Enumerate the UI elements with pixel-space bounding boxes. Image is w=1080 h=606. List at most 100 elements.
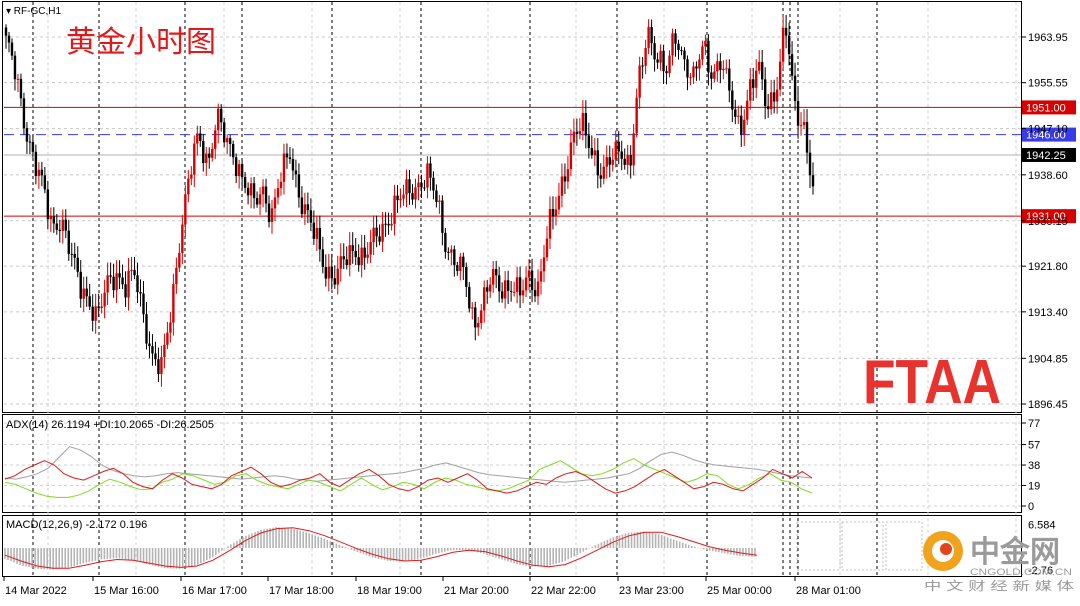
candle-bull [282,153,286,182]
candle-bear [297,174,301,198]
candle-bear [731,90,734,110]
candle-bear [375,227,378,237]
candle-bull [184,194,187,225]
candle-bear [40,169,44,176]
price-tick-label: 1930.15 [1028,216,1068,228]
candle-bull [249,183,253,196]
candle-bear [447,251,450,253]
candle-bear [728,68,731,91]
time-tick-label: 25 Mar 00:00 [707,585,772,597]
current-price-label: 1942.25 [1026,150,1066,162]
candle-bull [166,332,169,345]
candle-bear [506,280,510,291]
candle-bull [704,40,707,47]
mt4-chart-window: 1951.00 1946.00 1942.25 1931.00 1963.95 1955.… [0,0,1080,601]
candle-bear [808,152,812,176]
candle-bear [136,275,139,293]
candle-bear [139,292,142,294]
candle-bear [351,245,354,252]
candle-bear [387,223,390,226]
cngold-site-domain: CNGOLD.COM.CN [970,567,1072,577]
candle-bull [130,269,133,271]
candle-bear [396,195,399,201]
adx-title: ADX(14) 26.1194 +DI:10.2065 -DI:26.2505 [6,419,214,431]
candle-bear [288,157,292,160]
candle-bear [384,223,387,225]
candle-bear [324,267,328,279]
candle-bull [393,195,396,224]
candle-bull [536,281,540,297]
candle-bull [725,68,728,70]
candle-bull [450,249,453,253]
candle-bull [193,143,196,175]
candle-bear [695,66,698,69]
adx-tick-label: 19 [1028,481,1040,493]
candle-bear [202,140,205,164]
candle-bear [354,251,357,258]
candle-bull [303,204,307,215]
symbol-label: ▾ RF-GC,H1 [6,6,61,17]
adx-tick-label: 38 [1028,460,1040,472]
candle-bear [760,61,764,80]
candle-bull [737,115,740,117]
candle-bull [569,142,573,170]
candle-bull [668,55,671,74]
candle-bear [13,55,17,80]
candle-bull [414,187,417,200]
candle-bear [629,155,632,166]
candle-bear [623,158,626,165]
candle-bear [707,40,710,73]
candle-bear [133,269,136,276]
candle-bull [187,178,190,195]
candle-bull [483,287,486,311]
candle-bull [426,163,429,188]
candle-bull [459,256,462,271]
candle-bear [509,290,513,293]
candle-bull [554,209,558,217]
candle-bull [692,66,695,78]
candle-bull [512,291,516,293]
candle-bear [686,59,689,78]
candle-bear [291,159,295,171]
candle-bear [683,50,686,60]
candle-bull [605,157,608,167]
candle-bull [211,148,214,158]
candle-bear [240,164,244,178]
candle-bull [399,198,402,201]
candle-bear [58,229,61,231]
candle-bear [199,133,202,141]
candle-bear [530,270,534,291]
candle-bear [19,78,23,99]
candle-bear [441,200,444,233]
candle-bull [438,200,441,202]
candle-bull [778,61,782,90]
candle-bear [456,265,459,271]
candle-bull [417,182,420,188]
candle-bear [620,151,623,159]
candle-bear [285,153,289,158]
candle-bull [106,275,109,293]
candle-bull [339,256,342,269]
candle-bear [222,122,226,143]
candle-bull [61,219,64,231]
candle-bear [766,106,770,110]
candle-bull [769,92,773,110]
candle-bull [225,138,229,143]
candle-bull [611,159,614,165]
candle-bear [342,256,345,260]
candle-bull [369,242,372,255]
candle-bull [49,216,53,220]
candle-bear [312,222,316,239]
candle-bear [7,35,11,43]
candle-bull [181,224,184,253]
candle-bear [650,26,653,44]
candle-bull [716,61,719,72]
chart-canvas[interactable]: 1951.001946.001942.251931.001963.951955.… [0,0,1080,601]
candle-bear [345,259,348,266]
candle-bear [674,33,677,44]
candle-bear [318,228,322,250]
candle-bull [614,141,617,160]
candle-bull [172,284,175,323]
price-tick-label: 1896.45 [1028,399,1068,411]
candle-bear [608,157,611,165]
